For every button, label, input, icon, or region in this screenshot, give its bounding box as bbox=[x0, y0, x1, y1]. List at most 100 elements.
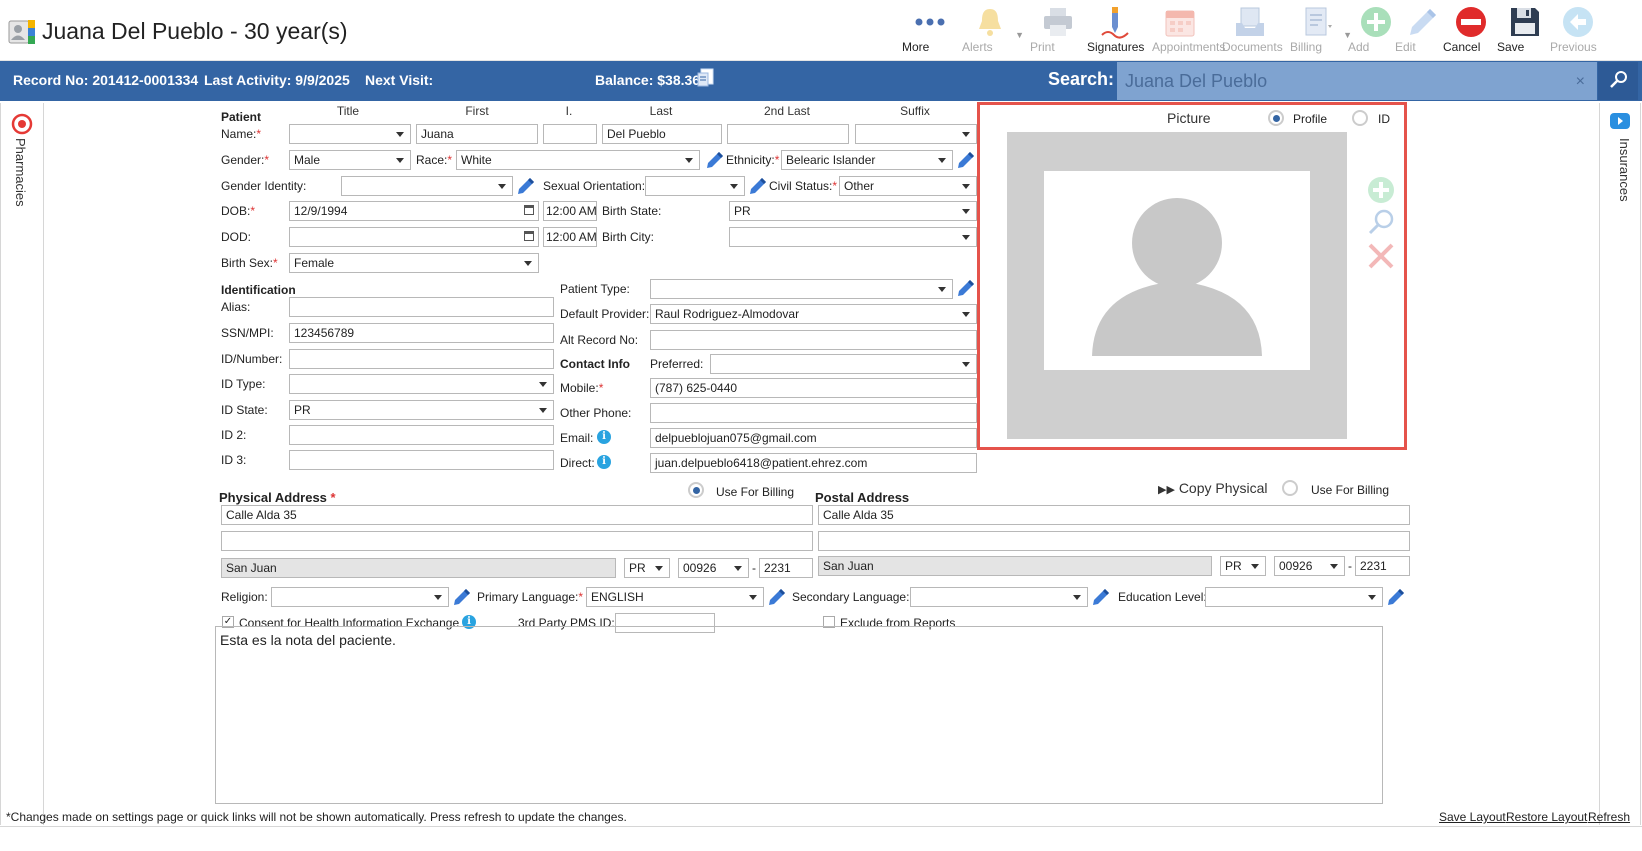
primary-language-edit-pencil-icon[interactable] bbox=[767, 587, 787, 607]
dob-input[interactable]: 12/9/1994 bbox=[289, 201, 539, 221]
education-level-edit-pencil-icon[interactable] bbox=[1386, 587, 1406, 607]
calendar-icon[interactable] bbox=[524, 205, 534, 215]
alerts-toolbar-button[interactable]: Alerts ▼ bbox=[962, 4, 1024, 58]
cancel-toolbar-button[interactable]: Cancel bbox=[1443, 4, 1499, 58]
id2-input[interactable] bbox=[289, 425, 554, 445]
id-number-input[interactable] bbox=[289, 349, 554, 369]
delete-photo-icon[interactable] bbox=[1366, 241, 1396, 271]
second-last-name-input[interactable] bbox=[727, 124, 849, 144]
physical-state-select[interactable]: PR bbox=[624, 558, 670, 578]
save-toolbar-button[interactable]: Save bbox=[1497, 4, 1553, 58]
email-info-icon[interactable]: i bbox=[597, 430, 611, 444]
default-provider-select[interactable]: Raul Rodriguez-Almodovar bbox=[650, 304, 977, 324]
gender-identity-edit-pencil-icon[interactable] bbox=[516, 176, 536, 196]
chevron-down-icon[interactable]: ▼ bbox=[1015, 30, 1024, 40]
dod-input[interactable] bbox=[289, 227, 539, 247]
insurances-tab[interactable]: Insurances bbox=[1617, 138, 1632, 202]
pharmacies-panel[interactable] bbox=[0, 103, 44, 825]
birth-sex-select[interactable]: Female bbox=[289, 253, 539, 273]
gender-identity-select[interactable] bbox=[341, 176, 513, 196]
primary-language-select[interactable]: ENGLISH bbox=[586, 587, 764, 607]
postal-zip-select[interactable]: 00926 bbox=[1274, 556, 1345, 576]
religion-select[interactable] bbox=[271, 587, 449, 607]
last-name-input[interactable]: Del Pueblo bbox=[602, 124, 722, 144]
patient-notes-textarea[interactable]: Esta es la nota del paciente. bbox=[215, 626, 1383, 804]
ethnicity-edit-pencil-icon[interactable] bbox=[956, 150, 976, 170]
physical-city-input[interactable]: San Juan bbox=[221, 558, 616, 578]
insurances-panel[interactable] bbox=[1599, 103, 1641, 825]
refresh-link[interactable]: Refresh bbox=[1588, 810, 1630, 824]
mobile-input[interactable]: (787) 625-0440 bbox=[650, 378, 977, 398]
profile-radio[interactable] bbox=[1268, 110, 1284, 126]
direct-info-icon[interactable]: i bbox=[597, 455, 611, 469]
suffix-select[interactable] bbox=[855, 124, 977, 144]
direct-email-input[interactable]: juan.delpueblo6418@patient.ehrez.com bbox=[650, 453, 977, 473]
ethnicity-select[interactable]: Belearic Islander bbox=[781, 150, 953, 170]
print-toolbar-button[interactable]: Print bbox=[1030, 4, 1086, 58]
gender-select[interactable]: Male bbox=[289, 150, 411, 170]
appointments-toolbar-button[interactable]: Appointments bbox=[1152, 4, 1225, 58]
no-entry-icon bbox=[1443, 4, 1499, 40]
title-select[interactable] bbox=[289, 124, 411, 144]
id3-label: ID 3: bbox=[221, 453, 247, 467]
alias-input[interactable] bbox=[289, 297, 554, 317]
race-edit-pencil-icon[interactable] bbox=[705, 150, 725, 170]
patient-type-edit-pencil-icon[interactable] bbox=[956, 278, 976, 298]
id3-input[interactable] bbox=[289, 450, 554, 470]
other-phone-input[interactable] bbox=[650, 403, 977, 423]
calendar-icon[interactable] bbox=[524, 231, 534, 241]
postal-state-select[interactable]: PR bbox=[1220, 556, 1266, 576]
alt-record-input[interactable] bbox=[650, 330, 977, 350]
postal-address-line1[interactable]: Calle Alda 35 bbox=[818, 505, 1410, 525]
race-select[interactable]: White bbox=[456, 150, 700, 170]
middle-initial-input[interactable] bbox=[543, 124, 597, 144]
restore-layout-link[interactable]: Restore Layout bbox=[1506, 810, 1587, 824]
physical-address-line1[interactable]: Calle Alda 35 bbox=[221, 505, 813, 525]
postal-city-input[interactable]: San Juan bbox=[818, 556, 1212, 576]
id-type-select[interactable] bbox=[289, 374, 554, 394]
signatures-toolbar-button[interactable]: Signatures bbox=[1087, 4, 1144, 58]
sexual-orientation-select[interactable] bbox=[645, 176, 745, 196]
physical-use-for-billing-radio[interactable] bbox=[688, 482, 704, 498]
id-radio[interactable] bbox=[1352, 110, 1368, 126]
copy-physical-button[interactable]: ▶▶ Copy Physical bbox=[1158, 480, 1268, 496]
physical-address-line2[interactable] bbox=[221, 531, 813, 551]
search-button[interactable] bbox=[1598, 62, 1638, 100]
search-clear-icon[interactable]: × bbox=[1576, 73, 1585, 91]
physical-zip-select[interactable]: 00926 bbox=[678, 558, 749, 578]
calendar-icon bbox=[1152, 4, 1208, 40]
ssn-input[interactable]: 123456789 bbox=[289, 323, 554, 343]
pharmacies-tab[interactable]: Pharmacies bbox=[13, 138, 28, 207]
email-input[interactable]: delpueblojuan075@gmail.com bbox=[650, 428, 977, 448]
billing-toolbar-button[interactable]: Billing ▼ bbox=[1290, 4, 1352, 58]
education-level-select[interactable] bbox=[1205, 587, 1383, 607]
secondary-language-edit-pencil-icon[interactable] bbox=[1091, 587, 1111, 607]
patient-search-input[interactable] bbox=[1123, 67, 1547, 95]
dod-time-input[interactable]: 12:00 AM bbox=[543, 227, 597, 247]
patient-type-select[interactable] bbox=[650, 279, 953, 299]
zoom-photo-icon[interactable] bbox=[1366, 208, 1396, 238]
more-toolbar-button[interactable]: More bbox=[902, 4, 958, 58]
secondary-language-select[interactable] bbox=[910, 587, 1088, 607]
postal-address-line2[interactable] bbox=[818, 531, 1410, 551]
save-layout-link[interactable]: Save Layout bbox=[1439, 810, 1506, 824]
sexual-orientation-edit-pencil-icon[interactable] bbox=[748, 176, 768, 196]
previous-toolbar-button[interactable]: Previous bbox=[1550, 4, 1606, 58]
id-state-select[interactable]: PR bbox=[289, 400, 554, 420]
physical-zip4-input[interactable]: 2231 bbox=[759, 558, 813, 578]
mobile-label: Mobile: bbox=[560, 381, 603, 395]
religion-edit-pencil-icon[interactable] bbox=[452, 587, 472, 607]
preferred-contact-select[interactable] bbox=[710, 354, 977, 374]
balance-detail-icon[interactable] bbox=[697, 68, 715, 91]
dob-time-input[interactable]: 12:00 AM bbox=[543, 201, 597, 221]
first-name-input[interactable]: Juana bbox=[416, 124, 538, 144]
birth-city-select[interactable] bbox=[729, 227, 977, 247]
postal-zip4-input[interactable]: 2231 bbox=[1355, 556, 1410, 576]
record-info-bar: Record No: 201412-0001334 Last Activity:… bbox=[0, 61, 1642, 101]
postal-use-for-billing-radio[interactable] bbox=[1282, 480, 1298, 496]
documents-toolbar-button[interactable]: Documents bbox=[1222, 4, 1283, 58]
birth-state-select[interactable]: PR bbox=[729, 201, 977, 221]
add-photo-icon[interactable] bbox=[1366, 175, 1396, 205]
patient-card-icon bbox=[8, 18, 36, 46]
civil-status-select[interactable]: Other bbox=[839, 176, 977, 196]
